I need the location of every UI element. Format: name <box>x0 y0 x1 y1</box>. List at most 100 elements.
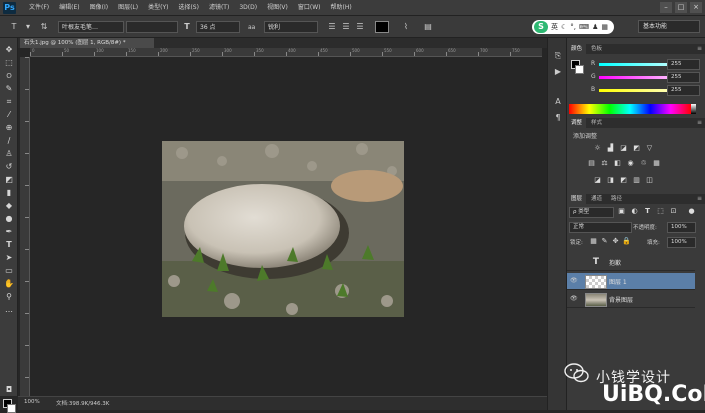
align-left-icon[interactable]: ☰ <box>326 21 338 33</box>
color-spectrum-bar[interactable] <box>569 104 691 114</box>
background-color[interactable] <box>7 404 16 413</box>
gradient-map-icon[interactable]: ▥ <box>632 176 641 185</box>
channel-mixer-icon[interactable]: ♲ <box>639 159 648 168</box>
layer-row-text[interactable]: T 抱歉 <box>567 254 695 271</box>
posterize-icon[interactable]: ◨ <box>606 176 615 185</box>
tab-color[interactable]: 颜色 <box>567 44 587 54</box>
chevron-down-icon[interactable]: ▾ <box>22 21 34 33</box>
bw-ramp[interactable] <box>691 104 696 114</box>
fill-input[interactable]: 100% <box>667 237 696 248</box>
healing-tool-icon[interactable]: ⊕ <box>3 122 15 133</box>
filter-pixel-icon[interactable]: ▣ <box>617 207 626 216</box>
tab-adjustments[interactable]: 调整 <box>567 118 587 128</box>
color-bg-swatch[interactable] <box>575 65 584 74</box>
minimize-icon[interactable]: – <box>660 2 672 13</box>
menu-item[interactable]: 选择(S) <box>173 0 204 16</box>
panel-menu-icon[interactable]: ≡ <box>697 45 702 52</box>
channel-r-value[interactable]: 255 <box>667 59 700 70</box>
paragraph-panel-icon[interactable]: ¶ <box>552 112 564 124</box>
history-brush-icon[interactable]: ↺ <box>3 161 15 172</box>
panel-menu-icon[interactable]: ≡ <box>697 195 702 202</box>
eraser-tool-icon[interactable]: ◩ <box>3 174 15 185</box>
threshold-icon[interactable]: ◩ <box>619 176 628 185</box>
stamp-tool-icon[interactable]: ♙ <box>3 148 15 159</box>
type-tool-icon[interactable]: T <box>8 21 20 33</box>
menu-item[interactable]: 视图(V) <box>262 0 293 16</box>
menu-item[interactable]: 窗口(W) <box>293 0 326 16</box>
colorbalance-icon[interactable]: ⚖ <box>600 159 609 168</box>
quick-mask-icon[interactable]: ◘ <box>3 384 15 395</box>
blur-tool-icon[interactable]: ◆ <box>3 200 15 211</box>
pen-tool-icon[interactable]: ✒ <box>3 226 15 237</box>
font-family-select[interactable]: 叶根友毛笔… <box>58 21 124 33</box>
eyedropper-tool-icon[interactable]: ⁄ <box>3 109 15 120</box>
dodge-tool-icon[interactable]: ● <box>3 213 15 224</box>
exposure-icon[interactable]: ◩ <box>632 144 641 153</box>
zoom-level[interactable]: 100% <box>24 399 40 405</box>
invert-icon[interactable]: ◪ <box>593 176 602 185</box>
layer-filter-select[interactable]: ρ 类型 <box>569 207 614 218</box>
bw-icon[interactable]: ◧ <box>613 159 622 168</box>
font-style-select[interactable] <box>126 21 178 33</box>
photo-filter-icon[interactable]: ◉ <box>626 159 635 168</box>
curves-icon[interactable]: ◪ <box>619 144 628 153</box>
huesat-icon[interactable]: ▤ <box>587 159 596 168</box>
layer-row-background[interactable]: 👁 背景图层 <box>567 291 695 308</box>
tab-styles[interactable]: 样式 <box>587 118 606 128</box>
align-center-icon[interactable]: ☰ <box>340 21 352 33</box>
filter-type-icon[interactable]: T <box>643 207 652 216</box>
gradient-tool-icon[interactable]: ▮ <box>3 187 15 198</box>
crop-tool-icon[interactable]: ⌗ <box>3 96 15 107</box>
menu-item[interactable]: 图像(I) <box>85 0 113 16</box>
eye-icon[interactable]: 👁 <box>570 277 578 285</box>
path-select-tool-icon[interactable]: ➤ <box>3 252 15 263</box>
lock-pixels-icon[interactable]: ✎ <box>600 237 609 246</box>
canvas-image[interactable] <box>162 141 404 317</box>
tab-channels[interactable]: 通道 <box>587 194 606 204</box>
character-panel-icon[interactable]: A <box>552 96 564 108</box>
anti-alias-select[interactable]: 锐利 <box>264 21 318 33</box>
vibrance-icon[interactable]: ▽ <box>645 144 654 153</box>
shape-tool-icon[interactable]: ▭ <box>3 265 15 276</box>
character-panel-icon[interactable]: ▤ <box>422 21 434 33</box>
maximize-icon[interactable]: □ <box>675 2 687 13</box>
layer-row-selected[interactable]: 👁 图层 1 <box>567 273 695 290</box>
document-tab[interactable]: 石头1.jpg @ 100% (图层 1, RGB/8#) * <box>20 38 154 48</box>
more-tools-icon[interactable]: … <box>3 304 15 315</box>
brightness-icon[interactable]: ☼ <box>593 144 602 153</box>
text-orientation-icon[interactable]: ⇅ <box>38 21 50 33</box>
lasso-tool-icon[interactable]: ଠ <box>3 70 15 81</box>
lock-position-icon[interactable]: ✥ <box>611 237 620 246</box>
filter-shape-icon[interactable]: ⬚ <box>656 207 665 216</box>
menu-item[interactable]: 文件(F) <box>24 0 54 16</box>
levels-icon[interactable]: ▟ <box>606 144 615 153</box>
menu-item[interactable]: 3D(D) <box>234 0 262 16</box>
panel-menu-icon[interactable]: ≡ <box>697 119 702 126</box>
marquee-tool-icon[interactable]: ⬚ <box>3 57 15 68</box>
filter-smart-icon[interactable]: ⊡ <box>669 207 678 216</box>
color-lookup-icon[interactable]: ▦ <box>652 159 661 168</box>
menu-item[interactable]: 滤镜(T) <box>204 0 234 16</box>
history-panel-icon[interactable]: ⎘ <box>552 50 564 62</box>
tab-swatches[interactable]: 色板 <box>587 44 606 54</box>
menu-item[interactable]: 类型(Y) <box>143 0 173 16</box>
menu-item[interactable]: 图层(L) <box>113 0 143 16</box>
font-size-input[interactable]: 36 点 <box>196 21 240 33</box>
blend-mode-select[interactable]: 正常 <box>569 222 632 233</box>
visibility-off-icon[interactable] <box>570 258 578 266</box>
zoom-tool-icon[interactable]: ⚲ <box>3 291 15 302</box>
channel-b-value[interactable]: 255 <box>667 85 700 96</box>
channel-g-value[interactable]: 255 <box>667 72 700 83</box>
lock-all-icon[interactable]: 🔒 <box>622 237 631 246</box>
hand-tool-icon[interactable]: ✋ <box>3 278 15 289</box>
eye-icon[interactable]: 👁 <box>570 295 578 303</box>
menu-item[interactable]: 编辑(E) <box>54 0 84 16</box>
selective-color-icon[interactable]: ◫ <box>645 176 654 185</box>
warp-text-icon[interactable]: ⌇ <box>400 21 412 33</box>
tab-layers[interactable]: 图层 <box>567 194 587 204</box>
workspace-select[interactable]: 基本功能 <box>638 20 700 33</box>
filter-toggle-icon[interactable]: ● <box>687 207 696 216</box>
filter-adjust-icon[interactable]: ◐ <box>630 207 639 216</box>
lock-transparent-icon[interactable]: ▦ <box>589 237 598 246</box>
opacity-input[interactable]: 100% <box>667 222 696 233</box>
